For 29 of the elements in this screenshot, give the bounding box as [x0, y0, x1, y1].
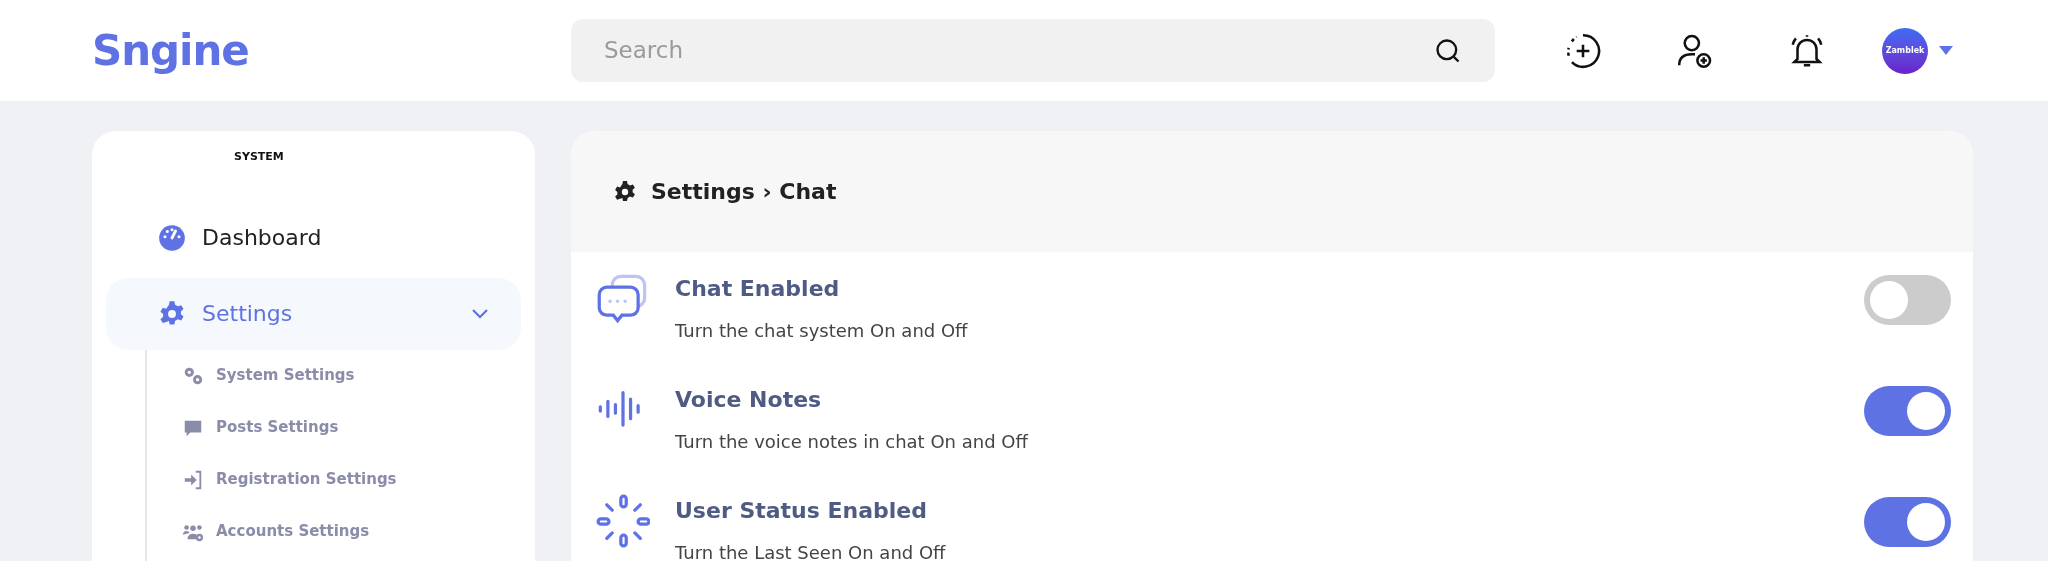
loading-icon [596, 494, 650, 548]
search-input[interactable]: Search [604, 33, 1434, 68]
submenu-item[interactable]: System Settings [147, 349, 521, 402]
dashboard-icon [158, 223, 186, 252]
sidebar-item[interactable]: Dashboard [106, 201, 521, 274]
setting-description: Turn the voice notes in chat On and Off [675, 430, 1030, 454]
toggle-switch[interactable] [1864, 386, 1951, 436]
sidebar-item[interactable]: Settings [106, 277, 521, 350]
submenu-item[interactable]: Registration Settings [147, 453, 521, 506]
caret-icon[interactable] [1939, 46, 1953, 55]
sign-in-icon [182, 468, 204, 491]
search-field[interactable]: Search [571, 19, 1495, 82]
setting-title: Chat Enabled [675, 275, 841, 303]
add-icon[interactable] [1564, 31, 1602, 70]
toggle-switch[interactable] [1864, 275, 1951, 325]
setting-description: Turn the chat system On and Off [675, 319, 969, 343]
panel-title: Settings › Chat [651, 178, 837, 206]
setting-title: User Status Enabled [675, 497, 929, 525]
toggle-switch[interactable] [1864, 497, 1951, 547]
setting-description: Turn the Last Seen On and Off [675, 541, 947, 561]
settings-icon [158, 299, 186, 328]
logo[interactable]: Sngine [92, 19, 422, 82]
section-heading: SYSTEM [234, 149, 284, 165]
setting-title: Voice Notes [675, 386, 823, 414]
submenu-item[interactable]: Accounts Settings [147, 505, 521, 558]
submenu-item[interactable]: Posts Settings [147, 401, 521, 454]
gear-icon [613, 179, 637, 204]
avatar[interactable]: Zamblek [1882, 27, 1928, 74]
search-icon[interactable] [1434, 36, 1462, 65]
